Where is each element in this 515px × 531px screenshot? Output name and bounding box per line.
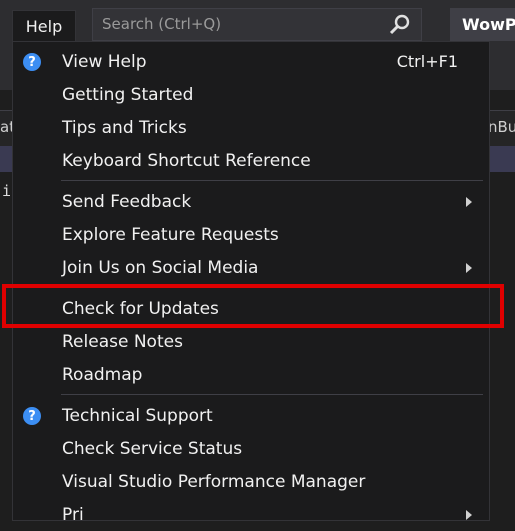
menu-separator xyxy=(61,394,483,395)
menu-item-performance-manager[interactable]: Visual Studio Performance Manager xyxy=(13,465,489,498)
menu-item-label: Tips and Tricks xyxy=(62,118,187,138)
menu-item-label: Send Feedback xyxy=(62,192,192,212)
menu-item-partial[interactable]: Pri xyxy=(13,498,489,531)
menu-item-keyboard-shortcut-reference[interactable]: Keyboard Shortcut Reference xyxy=(13,144,489,177)
search-icon xyxy=(389,14,410,35)
submenu-arrow-icon xyxy=(466,197,472,207)
menu-item-label: Visual Studio Performance Manager xyxy=(62,472,366,492)
menu-item-release-notes[interactable]: Release Notes xyxy=(13,325,489,358)
help-dropdown-menu: ? View Help Ctrl+F1 Getting Started Tips… xyxy=(12,41,490,525)
search-box[interactable]: Search (Ctrl+Q) xyxy=(92,8,422,41)
highlight-box xyxy=(2,284,504,328)
menu-item-label: Join Us on Social Media xyxy=(62,258,259,278)
menu-item-label: Getting Started xyxy=(62,85,194,105)
menu-item-label: Keyboard Shortcut Reference xyxy=(62,151,311,171)
help-icon: ? xyxy=(23,53,41,71)
menu-item-label: View Help xyxy=(62,52,147,72)
tab-partial-right[interactable]: nBu xyxy=(488,118,515,136)
shortcut-text: Ctrl+F1 xyxy=(396,52,458,71)
menu-item-label: Release Notes xyxy=(62,332,183,352)
menu-item-label: Explore Feature Requests xyxy=(62,225,279,245)
menu-item-tips-and-tricks[interactable]: Tips and Tricks xyxy=(13,111,489,144)
submenu-arrow-icon xyxy=(466,510,472,520)
menu-item-send-feedback[interactable]: Send Feedback xyxy=(13,185,489,218)
submenu-arrow-icon xyxy=(466,263,472,273)
menu-item-roadmap[interactable]: Roadmap xyxy=(13,358,489,391)
menu-item-label: Technical Support xyxy=(62,406,213,426)
menu-item-technical-support[interactable]: ? Technical Support xyxy=(13,399,489,432)
menu-help[interactable]: Help xyxy=(12,10,76,42)
menu-item-explore-feature-requests[interactable]: Explore Feature Requests xyxy=(13,218,489,251)
menu-item-join-social-media[interactable]: Join Us on Social Media xyxy=(13,251,489,284)
menu-item-label: Roadmap xyxy=(62,365,143,385)
menu-item-check-service-status[interactable]: Check Service Status xyxy=(13,432,489,465)
app-title: WowP xyxy=(450,8,515,41)
menu-item-view-help[interactable]: ? View Help Ctrl+F1 xyxy=(13,45,489,78)
menu-item-getting-started[interactable]: Getting Started xyxy=(13,78,489,111)
menu-separator xyxy=(61,180,483,181)
menu-item-label: Check Service Status xyxy=(62,439,243,459)
code-fragment: i xyxy=(2,182,12,200)
help-icon: ? xyxy=(23,407,41,425)
menu-item-label: Pri xyxy=(62,505,84,525)
search-placeholder: Search (Ctrl+Q) xyxy=(102,15,222,33)
